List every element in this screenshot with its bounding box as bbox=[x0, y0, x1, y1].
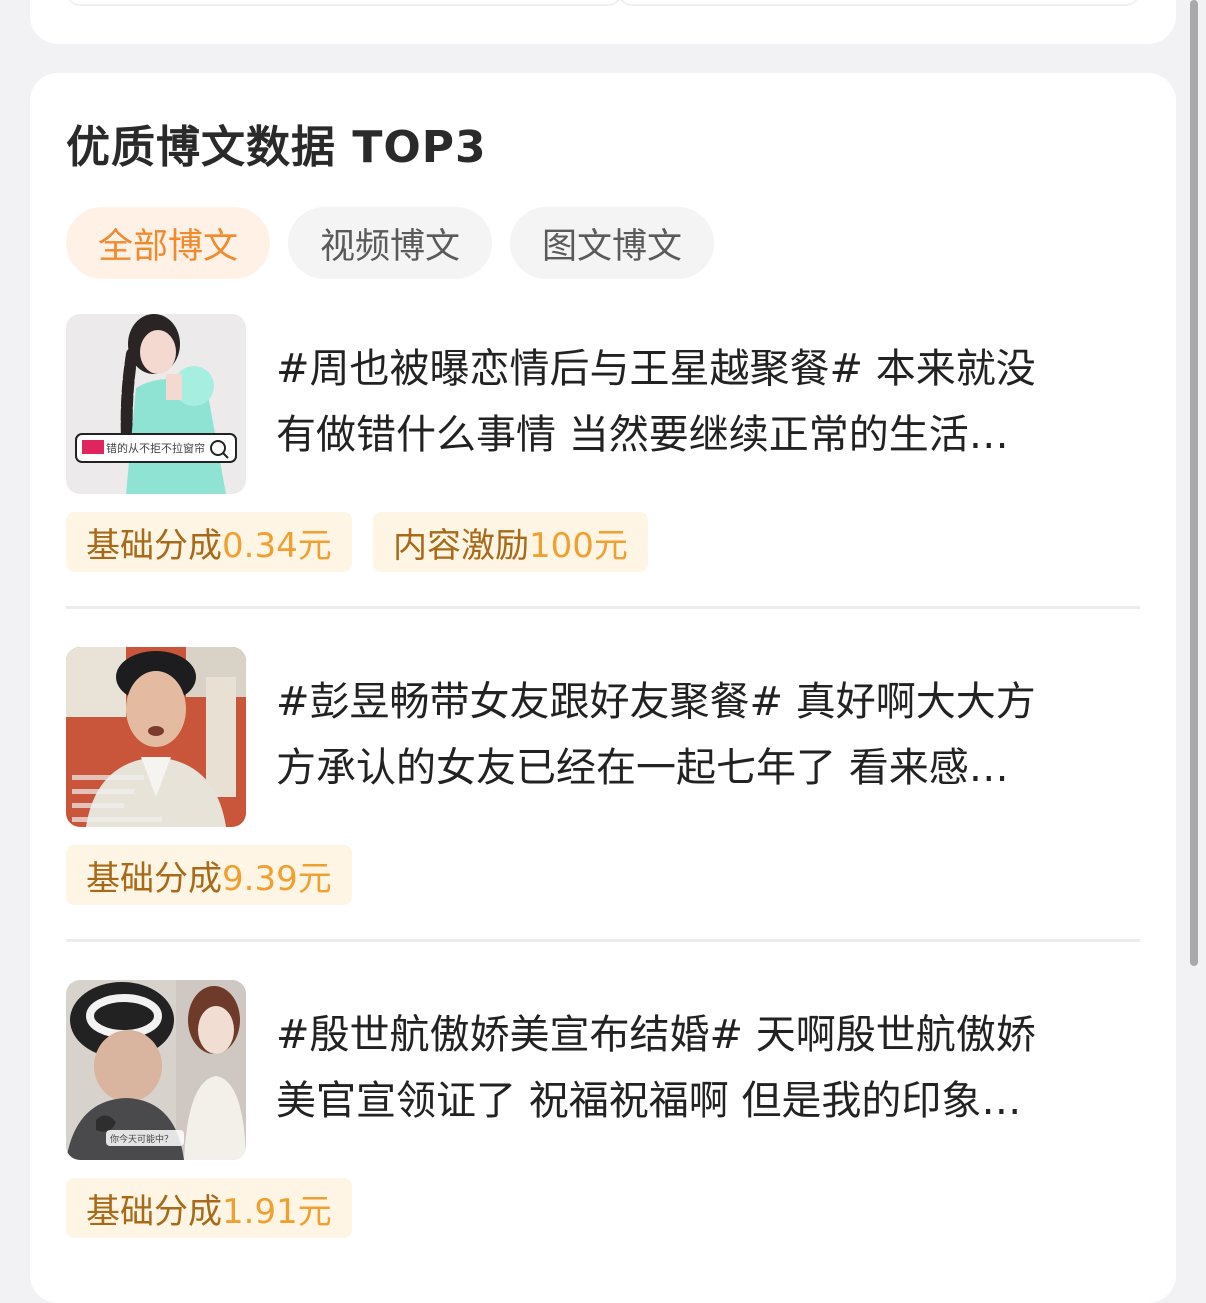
section-title: 优质博文数据 TOP3 bbox=[66, 122, 487, 173]
divider bbox=[66, 939, 1140, 942]
post-text[interactable]: #殷世航傲娇美宣布结婚# 天啊殷世航傲娇 美官宣领证了 祝福祝福啊 但是我的印象… bbox=[276, 1002, 1116, 1134]
revenue-tag: 基础分成 9.39元 bbox=[66, 845, 352, 905]
post-thumbnail[interactable]: 错的从不拒不拉窗帘 bbox=[66, 314, 246, 494]
scrollbar[interactable] bbox=[1190, 0, 1198, 966]
previous-card bbox=[30, 0, 1176, 44]
previous-card-cell bbox=[618, 0, 1140, 6]
tag-label: 内容激励 bbox=[393, 525, 529, 566]
top-posts-card: 优质博文数据 TOP3 全部博文 视频博文 图文博文 错的从不拒不拉窗帘 #周也… bbox=[30, 73, 1176, 1303]
tab-image-text-posts[interactable]: 图文博文 bbox=[510, 207, 714, 279]
tag-amount: 100元 bbox=[529, 525, 628, 566]
tag-label: 基础分成 bbox=[86, 1191, 222, 1232]
woman-in-mint-dress-photo-icon: 错的从不拒不拉窗帘 bbox=[66, 314, 246, 494]
tag-amount: 9.39元 bbox=[222, 858, 332, 899]
post-thumbnail[interactable] bbox=[66, 647, 246, 827]
tag-amount: 1.91元 bbox=[222, 1191, 332, 1232]
revenue-tag: 基础分成 0.34元 bbox=[66, 512, 352, 572]
tag-label: 基础分成 bbox=[86, 858, 222, 899]
thumbnail-caption: 错的从不拒不拉窗帘 bbox=[106, 441, 205, 455]
tag-label: 基础分成 bbox=[86, 525, 222, 566]
incentive-tag: 内容激励 100元 bbox=[373, 512, 648, 572]
couple-livestream-photo-icon: 你今天可能中？ bbox=[66, 980, 246, 1160]
post-text[interactable]: #彭昱畅带女友跟好友聚餐# 真好啊大大方 方承认的女友已经在一起七年了 看来感… bbox=[276, 669, 1116, 801]
thumbnail-caption: 你今天可能中？ bbox=[110, 1133, 173, 1145]
post-thumbnail[interactable]: 你今天可能中？ bbox=[66, 980, 246, 1160]
revenue-tag: 基础分成 1.91元 bbox=[66, 1178, 352, 1238]
tab-all-posts[interactable]: 全部博文 bbox=[66, 207, 270, 279]
tab-video-posts[interactable]: 视频博文 bbox=[288, 207, 492, 279]
previous-card-cell bbox=[66, 0, 622, 6]
divider bbox=[66, 606, 1140, 609]
man-talking-livestream-photo-icon bbox=[66, 647, 246, 827]
tag-amount: 0.34元 bbox=[222, 525, 332, 566]
post-text[interactable]: #周也被曝恋情后与王星越聚餐# 本来就没 有做错什么事情 当然要继续正常的生活… bbox=[276, 336, 1116, 468]
